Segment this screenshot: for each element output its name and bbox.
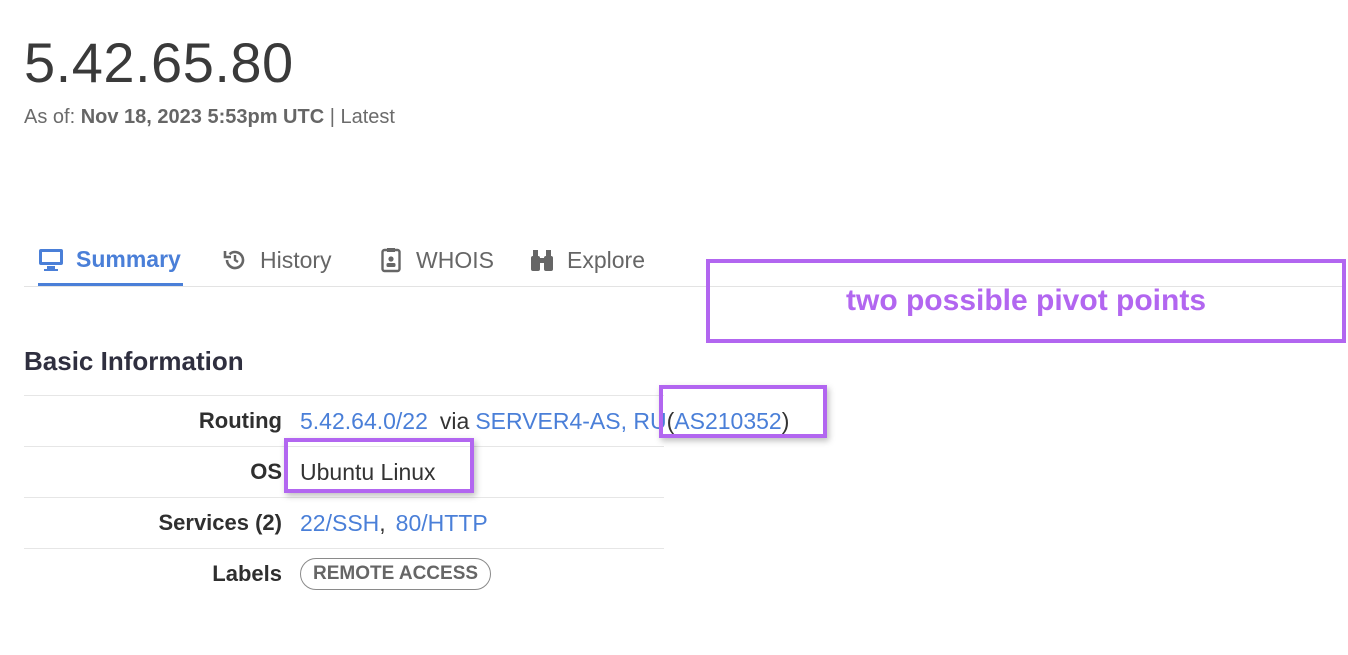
- highlight-box-os: [284, 438, 474, 493]
- page-title: 5.42.65.80: [24, 31, 294, 94]
- tab-history-label: History: [260, 246, 332, 273]
- services-separator: ,: [379, 509, 386, 536]
- monitor-icon: [38, 247, 64, 273]
- binoculars-icon: [529, 247, 555, 273]
- tab-summary-label: Summary: [76, 246, 181, 272]
- service-ssh-link[interactable]: 22/SSH: [300, 510, 379, 537]
- services-label: Services (2): [158, 510, 282, 535]
- as-of-separator: |: [329, 106, 335, 128]
- as-of-prefix: As of:: [24, 106, 76, 128]
- os-label: OS: [250, 459, 282, 484]
- routing-prefix-link[interactable]: 5.42.64.0/22: [300, 408, 428, 435]
- history-icon: [222, 247, 248, 273]
- tab-history[interactable]: History: [222, 236, 332, 284]
- as-of-line: As of: Nov 18, 2023 5:53pm UTC | Latest: [24, 104, 395, 130]
- routing-via: via: [439, 407, 470, 434]
- latest-label: Latest: [340, 106, 395, 128]
- labels-label: Labels: [212, 561, 282, 586]
- highlight-box-asn: [659, 385, 827, 438]
- tab-explore[interactable]: Explore: [529, 236, 645, 284]
- services-value: 22/SSH, 80/HTTP: [300, 498, 488, 548]
- as-of-date: Nov 18, 2023 5:53pm UTC: [80, 106, 325, 128]
- labels-value: REMOTE ACCESS: [300, 549, 492, 599]
- tab-whois[interactable]: WHOIS: [378, 236, 494, 284]
- label-pill-remote-access[interactable]: REMOTE ACCESS: [300, 558, 492, 590]
- tab-whois-label: WHOIS: [416, 246, 494, 273]
- routing-label: Routing: [198, 408, 282, 433]
- section-title: Basic Information: [24, 346, 244, 376]
- annotation-callout: two possible pivot points: [706, 259, 1346, 343]
- id-card-icon: [378, 247, 404, 273]
- tab-summary[interactable]: Summary: [38, 236, 183, 286]
- service-http-link[interactable]: 80/HTTP: [396, 510, 488, 537]
- tab-explore-label: Explore: [567, 246, 645, 273]
- as-name-link[interactable]: SERVER4-AS, RU: [475, 408, 666, 435]
- info-row-services: Services (2) 22/SSH, 80/HTTP: [24, 497, 664, 548]
- info-row-labels: Labels REMOTE ACCESS: [24, 548, 664, 599]
